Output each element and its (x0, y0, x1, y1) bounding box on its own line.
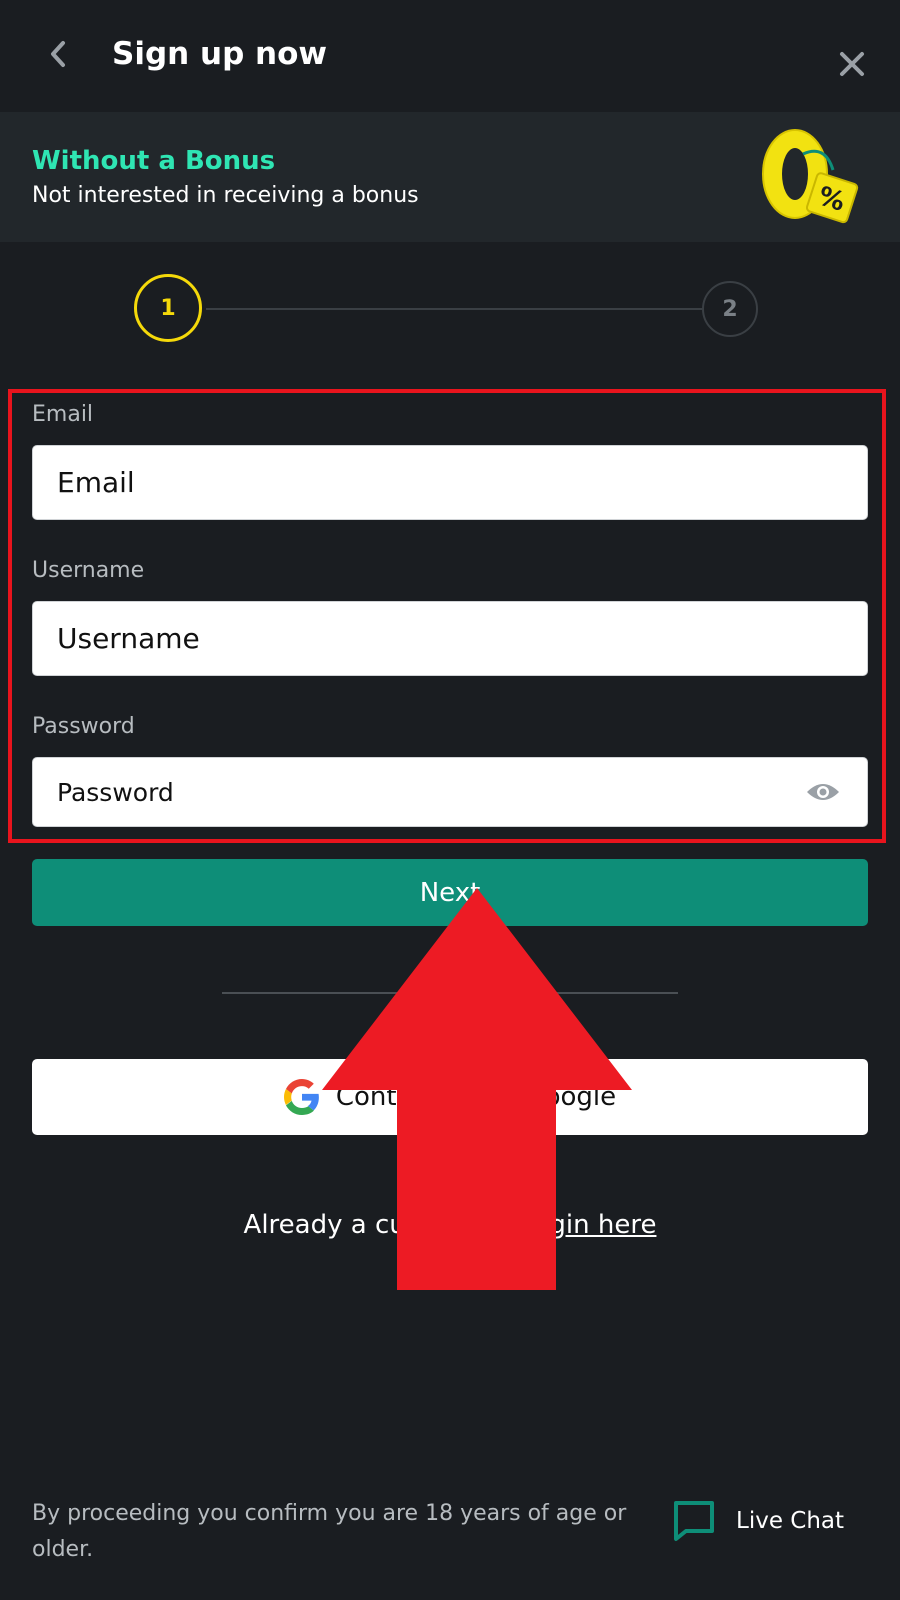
stepper-line (206, 308, 702, 310)
close-icon (840, 52, 864, 76)
continue-with-google-button[interactable]: Continue with Google (32, 1059, 868, 1135)
email-placeholder: Email (57, 466, 135, 499)
page-title: Sign up now (112, 36, 328, 72)
username-field[interactable]: Username (32, 601, 868, 676)
eye-icon[interactable] (805, 780, 841, 804)
password-placeholder: Password (57, 777, 174, 807)
chat-bubble-icon (674, 1501, 714, 1541)
email-label: Email (32, 402, 94, 427)
username-placeholder: Username (57, 622, 200, 655)
age-disclaimer: By proceeding you confirm you are 18 yea… (32, 1501, 627, 1562)
username-label: Username (32, 558, 145, 583)
password-label: Password (32, 714, 135, 739)
login-prompt-text: Already a customer? (243, 1210, 520, 1240)
password-field[interactable]: Password (32, 757, 868, 827)
divider (222, 992, 678, 994)
bonus-banner[interactable]: Without a Bonus Not interested in receiv… (0, 112, 900, 242)
google-button-label: Continue with Google (335, 1082, 617, 1112)
next-button-label: Next (419, 877, 481, 908)
bonus-title: Without a Bonus (32, 146, 276, 176)
zero-percent-icon: % (762, 129, 859, 224)
chevron-left-icon (51, 41, 65, 67)
live-chat-button[interactable]: Live Chat (672, 1498, 844, 1544)
stepper: 1 2 (0, 270, 900, 350)
email-field[interactable]: Email (32, 445, 868, 520)
google-icon (283, 1079, 319, 1115)
step-1: 1 (134, 274, 202, 342)
step-2: 2 (702, 281, 758, 337)
login-prompt: Already a customer? Login here (0, 1210, 900, 1240)
header: Sign up now (0, 0, 900, 112)
live-chat-label: Live Chat (736, 1508, 845, 1534)
back-button[interactable] (40, 36, 76, 72)
bonus-subtitle: Not interested in receiving a bonus (32, 183, 419, 208)
login-link[interactable]: Login here (519, 1210, 656, 1240)
next-button[interactable]: Next (32, 859, 868, 926)
close-button[interactable] (832, 44, 872, 84)
